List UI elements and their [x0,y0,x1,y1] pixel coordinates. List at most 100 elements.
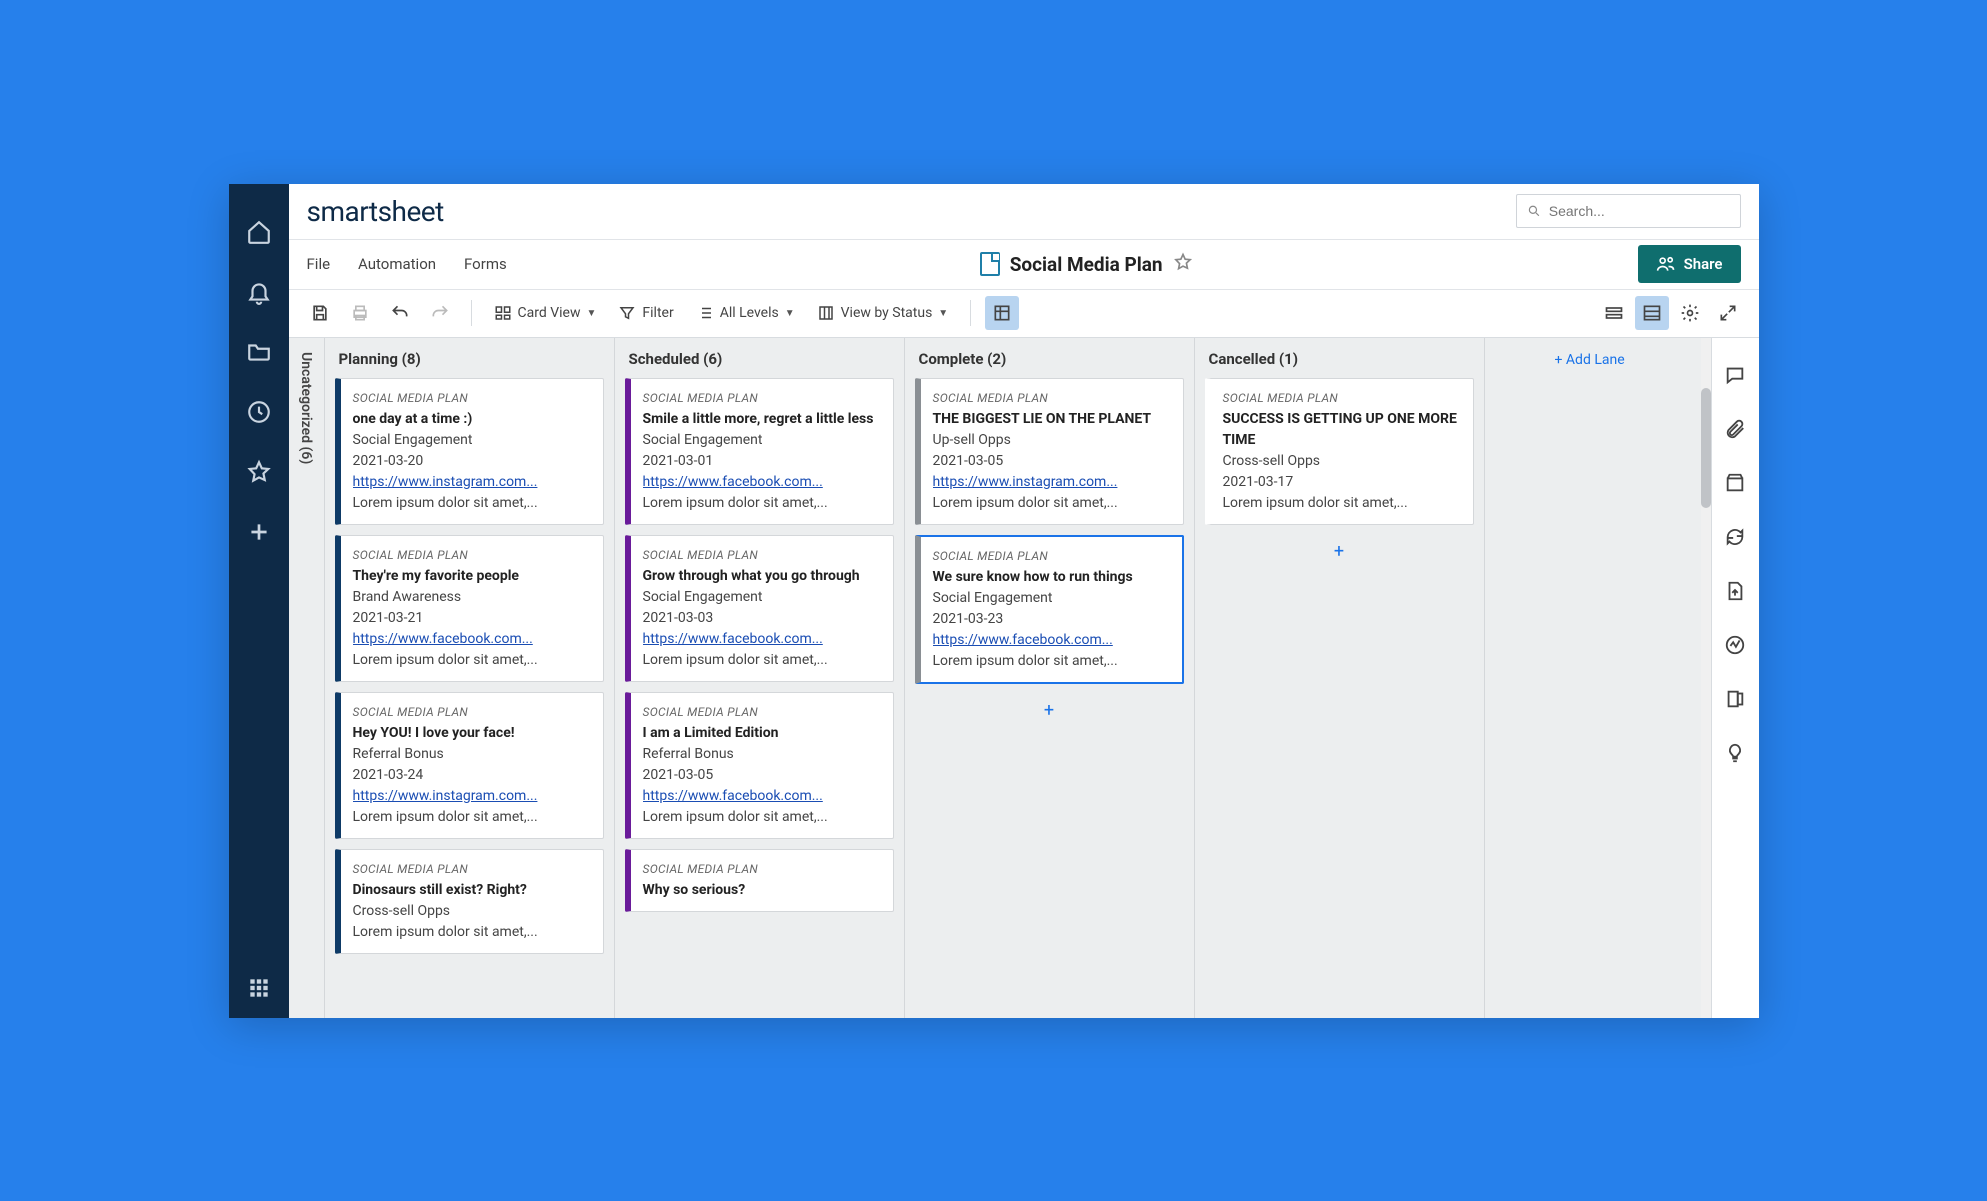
add-lane-button[interactable]: + Add Lane [1541,338,1701,382]
card-layout-icon[interactable] [985,296,1019,330]
card-link[interactable]: https://www.instagram.com... [933,472,1171,493]
card-date: 2021-03-21 [353,608,591,629]
titlebar: File Automation Forms Social Media Plan … [289,240,1759,290]
card-plan-label: SOCIAL MEDIA PLAN [1223,389,1461,407]
card-plan-label: SOCIAL MEDIA PLAN [353,546,591,564]
topbar: smartsheet [289,184,1759,240]
notifications-icon[interactable] [229,262,289,322]
lane: Cancelled (1)SOCIAL MEDIA PLANSUCCESS IS… [1195,338,1485,1018]
card-plan-label: SOCIAL MEDIA PLAN [643,389,881,407]
card[interactable]: SOCIAL MEDIA PLANWhy so serious? [625,849,894,912]
share-label: Share [1684,255,1723,273]
undo-icon[interactable] [383,296,417,330]
add-lane-column: + Add Lane [1541,338,1701,1018]
comments-icon[interactable] [1711,350,1759,400]
card-title: We sure know how to run things [933,567,1170,588]
apps-grid-icon[interactable] [229,958,289,1018]
card-plan-label: SOCIAL MEDIA PLAN [353,860,591,878]
compact-view-icon[interactable] [1597,296,1631,330]
lane: Scheduled (6)SOCIAL MEDIA PLANSmile a li… [615,338,905,1018]
sheet-icon [980,252,1000,276]
save-icon[interactable] [303,296,337,330]
summary-icon[interactable] [1711,674,1759,724]
card[interactable]: SOCIAL MEDIA PLANDinosaurs still exist? … [335,849,604,954]
add-card-button[interactable]: + [1205,535,1474,568]
attachments-icon[interactable] [1711,404,1759,454]
proofs-icon[interactable] [1711,458,1759,508]
card-description: Lorem ipsum dolor sit amet,... [933,493,1171,514]
card[interactable]: SOCIAL MEDIA PLANWe sure know how to run… [915,535,1184,684]
card[interactable]: SOCIAL MEDIA PLANThey're my favorite peo… [335,535,604,682]
lane-body: SOCIAL MEDIA PLANone day at a time :)Soc… [325,378,614,1018]
card-link[interactable]: https://www.facebook.com... [643,472,881,493]
card[interactable]: SOCIAL MEDIA PLANone day at a time :)Soc… [335,378,604,525]
card[interactable]: SOCIAL MEDIA PLANI am a Limited EditionR… [625,692,894,839]
lanes-container: Planning (8)SOCIAL MEDIA PLANone day at … [325,338,1541,1018]
redo-icon[interactable] [423,296,457,330]
levels-dropdown[interactable]: All Levels ▼ [688,296,803,330]
card-description: Lorem ipsum dolor sit amet,... [933,651,1170,672]
brand-logo: smartsheet [307,195,444,228]
card-link[interactable]: https://www.facebook.com... [643,786,881,807]
card-date: 2021-03-17 [1223,472,1461,493]
card[interactable]: SOCIAL MEDIA PLANGrow through what you g… [625,535,894,682]
filter-button[interactable]: Filter [610,296,681,330]
search-icon [1527,203,1541,219]
card-date: 2021-03-05 [933,451,1171,472]
search-input[interactable] [1549,203,1730,219]
lane-header[interactable]: Scheduled (6) [615,338,904,378]
menu-forms[interactable]: Forms [464,255,507,273]
card-view-dropdown[interactable]: Card View ▼ [486,296,605,330]
folder-icon[interactable] [229,322,289,382]
menu-automation[interactable]: Automation [358,255,436,273]
card-description: Lorem ipsum dolor sit amet,... [353,807,591,828]
recents-icon[interactable] [229,382,289,442]
full-view-icon[interactable] [1635,296,1669,330]
card[interactable]: SOCIAL MEDIA PLANHey YOU! I love your fa… [335,692,604,839]
card[interactable]: SOCIAL MEDIA PLANSmile a little more, re… [625,378,894,525]
filter-icon [618,304,636,322]
activity-icon[interactable] [1711,620,1759,670]
card-link[interactable]: https://www.facebook.com... [643,629,881,650]
refresh-icon[interactable] [1711,512,1759,562]
card-link[interactable]: https://www.facebook.com... [933,630,1170,651]
add-icon[interactable] [229,502,289,562]
toolbar: Card View ▼ Filter All Levels ▼ View by … [289,290,1759,338]
lightbulb-icon[interactable] [1711,728,1759,778]
card-description: Lorem ipsum dolor sit amet,... [1223,493,1461,514]
card-category: Referral Bonus [353,744,591,765]
card-description: Lorem ipsum dolor sit amet,... [353,493,591,514]
add-card-button[interactable]: + [915,694,1184,727]
lane-header[interactable]: Complete (2) [905,338,1194,378]
card-description: Lorem ipsum dolor sit amet,... [643,650,881,671]
upload-file-icon[interactable] [1711,566,1759,616]
caret-down-icon: ▼ [938,308,948,319]
scrollbar[interactable] [1701,338,1711,1018]
list-icon [696,304,714,322]
lane-header[interactable]: Planning (8) [325,338,614,378]
card-link[interactable]: https://www.facebook.com... [353,629,591,650]
menu-file[interactable]: File [307,255,331,273]
settings-icon[interactable] [1673,296,1707,330]
card-link[interactable]: https://www.instagram.com... [353,472,591,493]
favorites-icon[interactable] [229,442,289,502]
print-icon[interactable] [343,296,377,330]
view-by-dropdown[interactable]: View by Status ▼ [809,296,957,330]
lane-header[interactable]: Cancelled (1) [1195,338,1484,378]
expand-icon[interactable] [1711,296,1745,330]
card-plan-label: SOCIAL MEDIA PLAN [353,389,591,407]
caret-down-icon: ▼ [785,308,795,319]
star-icon[interactable] [1173,252,1193,276]
home-icon[interactable] [229,202,289,262]
card-view-icon [494,304,512,322]
card-link[interactable]: https://www.instagram.com... [353,786,591,807]
uncategorized-lane[interactable]: Uncategorized (6) [289,338,325,1018]
card[interactable]: SOCIAL MEDIA PLANSUCCESS IS GETTING UP O… [1205,378,1474,525]
search-box[interactable] [1516,194,1741,228]
card[interactable]: SOCIAL MEDIA PLANTHE BIGGEST LIE ON THE … [915,378,1184,525]
share-button[interactable]: Share [1638,245,1741,283]
card-category: Social Engagement [643,587,881,608]
card-title: THE BIGGEST LIE ON THE PLANET [933,409,1171,430]
card-title: Why so serious? [643,880,881,901]
nav-rail [229,184,289,1018]
